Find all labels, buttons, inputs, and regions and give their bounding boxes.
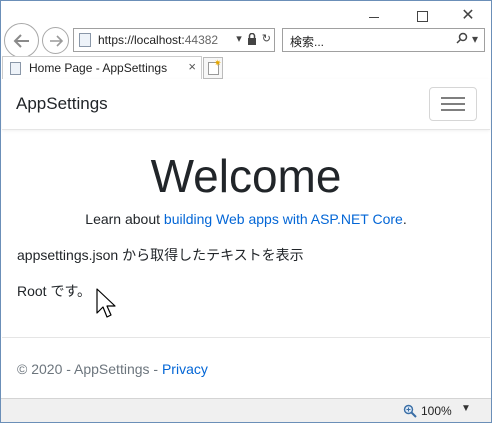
navbar-brand[interactable]: AppSettings <box>16 94 108 114</box>
lock-icon[interactable] <box>247 32 257 45</box>
zoom-level: 100% <box>421 404 452 418</box>
search-dropdown-icon[interactable]: ▾ <box>472 32 478 46</box>
search-placeholder: 検索... <box>290 35 325 49</box>
footer-copyright: © 2020 - AppSettings - <box>17 361 162 377</box>
aspnet-core-link[interactable]: building Web apps with ASP.NET Core <box>164 211 403 227</box>
learn-about-text: Learn about building Web apps with ASP.N… <box>2 211 490 227</box>
new-tab-star-icon: ✷ <box>214 58 222 68</box>
page-icon <box>79 33 91 47</box>
back-button[interactable] <box>4 23 39 58</box>
hamburger-icon <box>441 97 465 99</box>
address-bar[interactable]: https://localhost:44382 ▾ ↻ <box>73 28 275 52</box>
zoom-control[interactable]: 100% <box>403 404 452 418</box>
learn-suffix: . <box>402 211 407 227</box>
tab-label: Home Page - AppSettings <box>29 61 168 75</box>
footer-divider <box>2 337 490 338</box>
hamburger-icon <box>441 103 465 105</box>
site-navbar: AppSettings <box>2 79 490 130</box>
search-icon[interactable] <box>456 32 468 44</box>
address-text: https://localhost:44382 <box>98 33 218 47</box>
browser-window: ✕ https://localhost:44382 ▾ ↻ 検索... ▾ Ho… <box>0 0 492 423</box>
forward-button[interactable] <box>42 27 69 54</box>
close-icon: ✕ <box>461 7 475 24</box>
learn-prefix: Learn about <box>85 211 164 227</box>
minimize-icon <box>369 16 379 18</box>
refresh-icon[interactable]: ↻ <box>262 32 271 45</box>
new-tab-button[interactable]: ✷ <box>203 57 223 79</box>
navbar-toggler-button[interactable] <box>429 87 477 121</box>
search-icons: ▾ <box>456 32 478 46</box>
forward-arrow-icon <box>49 34 63 47</box>
maximize-icon <box>416 10 428 22</box>
tab-page-icon <box>10 62 21 75</box>
address-url: https://localhost: <box>98 33 185 47</box>
privacy-link[interactable]: Privacy <box>162 361 208 377</box>
address-port: 44382 <box>184 33 219 47</box>
back-arrow-icon <box>13 33 29 48</box>
dropdown-icon[interactable]: ▾ <box>236 32 242 45</box>
zoom-dropdown-icon[interactable]: ▼ <box>461 403 471 414</box>
tab-home-page[interactable]: Home Page - AppSettings × <box>2 56 202 79</box>
address-icons: ▾ ↻ <box>236 32 271 45</box>
close-window-button[interactable]: ✕ <box>445 1 491 31</box>
minimize-button[interactable] <box>351 1 397 31</box>
status-bar: 100% ▼ <box>1 398 491 422</box>
search-bar[interactable]: 検索... ▾ <box>282 28 485 52</box>
mouse-cursor <box>96 288 116 318</box>
hamburger-icon <box>441 109 465 111</box>
page-heading: Welcome <box>150 150 342 202</box>
maximize-button[interactable] <box>399 1 445 31</box>
root-text: Root です。 <box>17 283 92 299</box>
page-content: AppSettings Welcome Learn about building… <box>2 79 490 396</box>
footer: © 2020 - AppSettings - Privacy <box>17 361 208 377</box>
tab-close-button[interactable]: × <box>188 59 196 74</box>
appsettings-text: appsettings.json から取得したテキストを表示 <box>17 247 304 263</box>
zoom-icon <box>403 404 417 418</box>
